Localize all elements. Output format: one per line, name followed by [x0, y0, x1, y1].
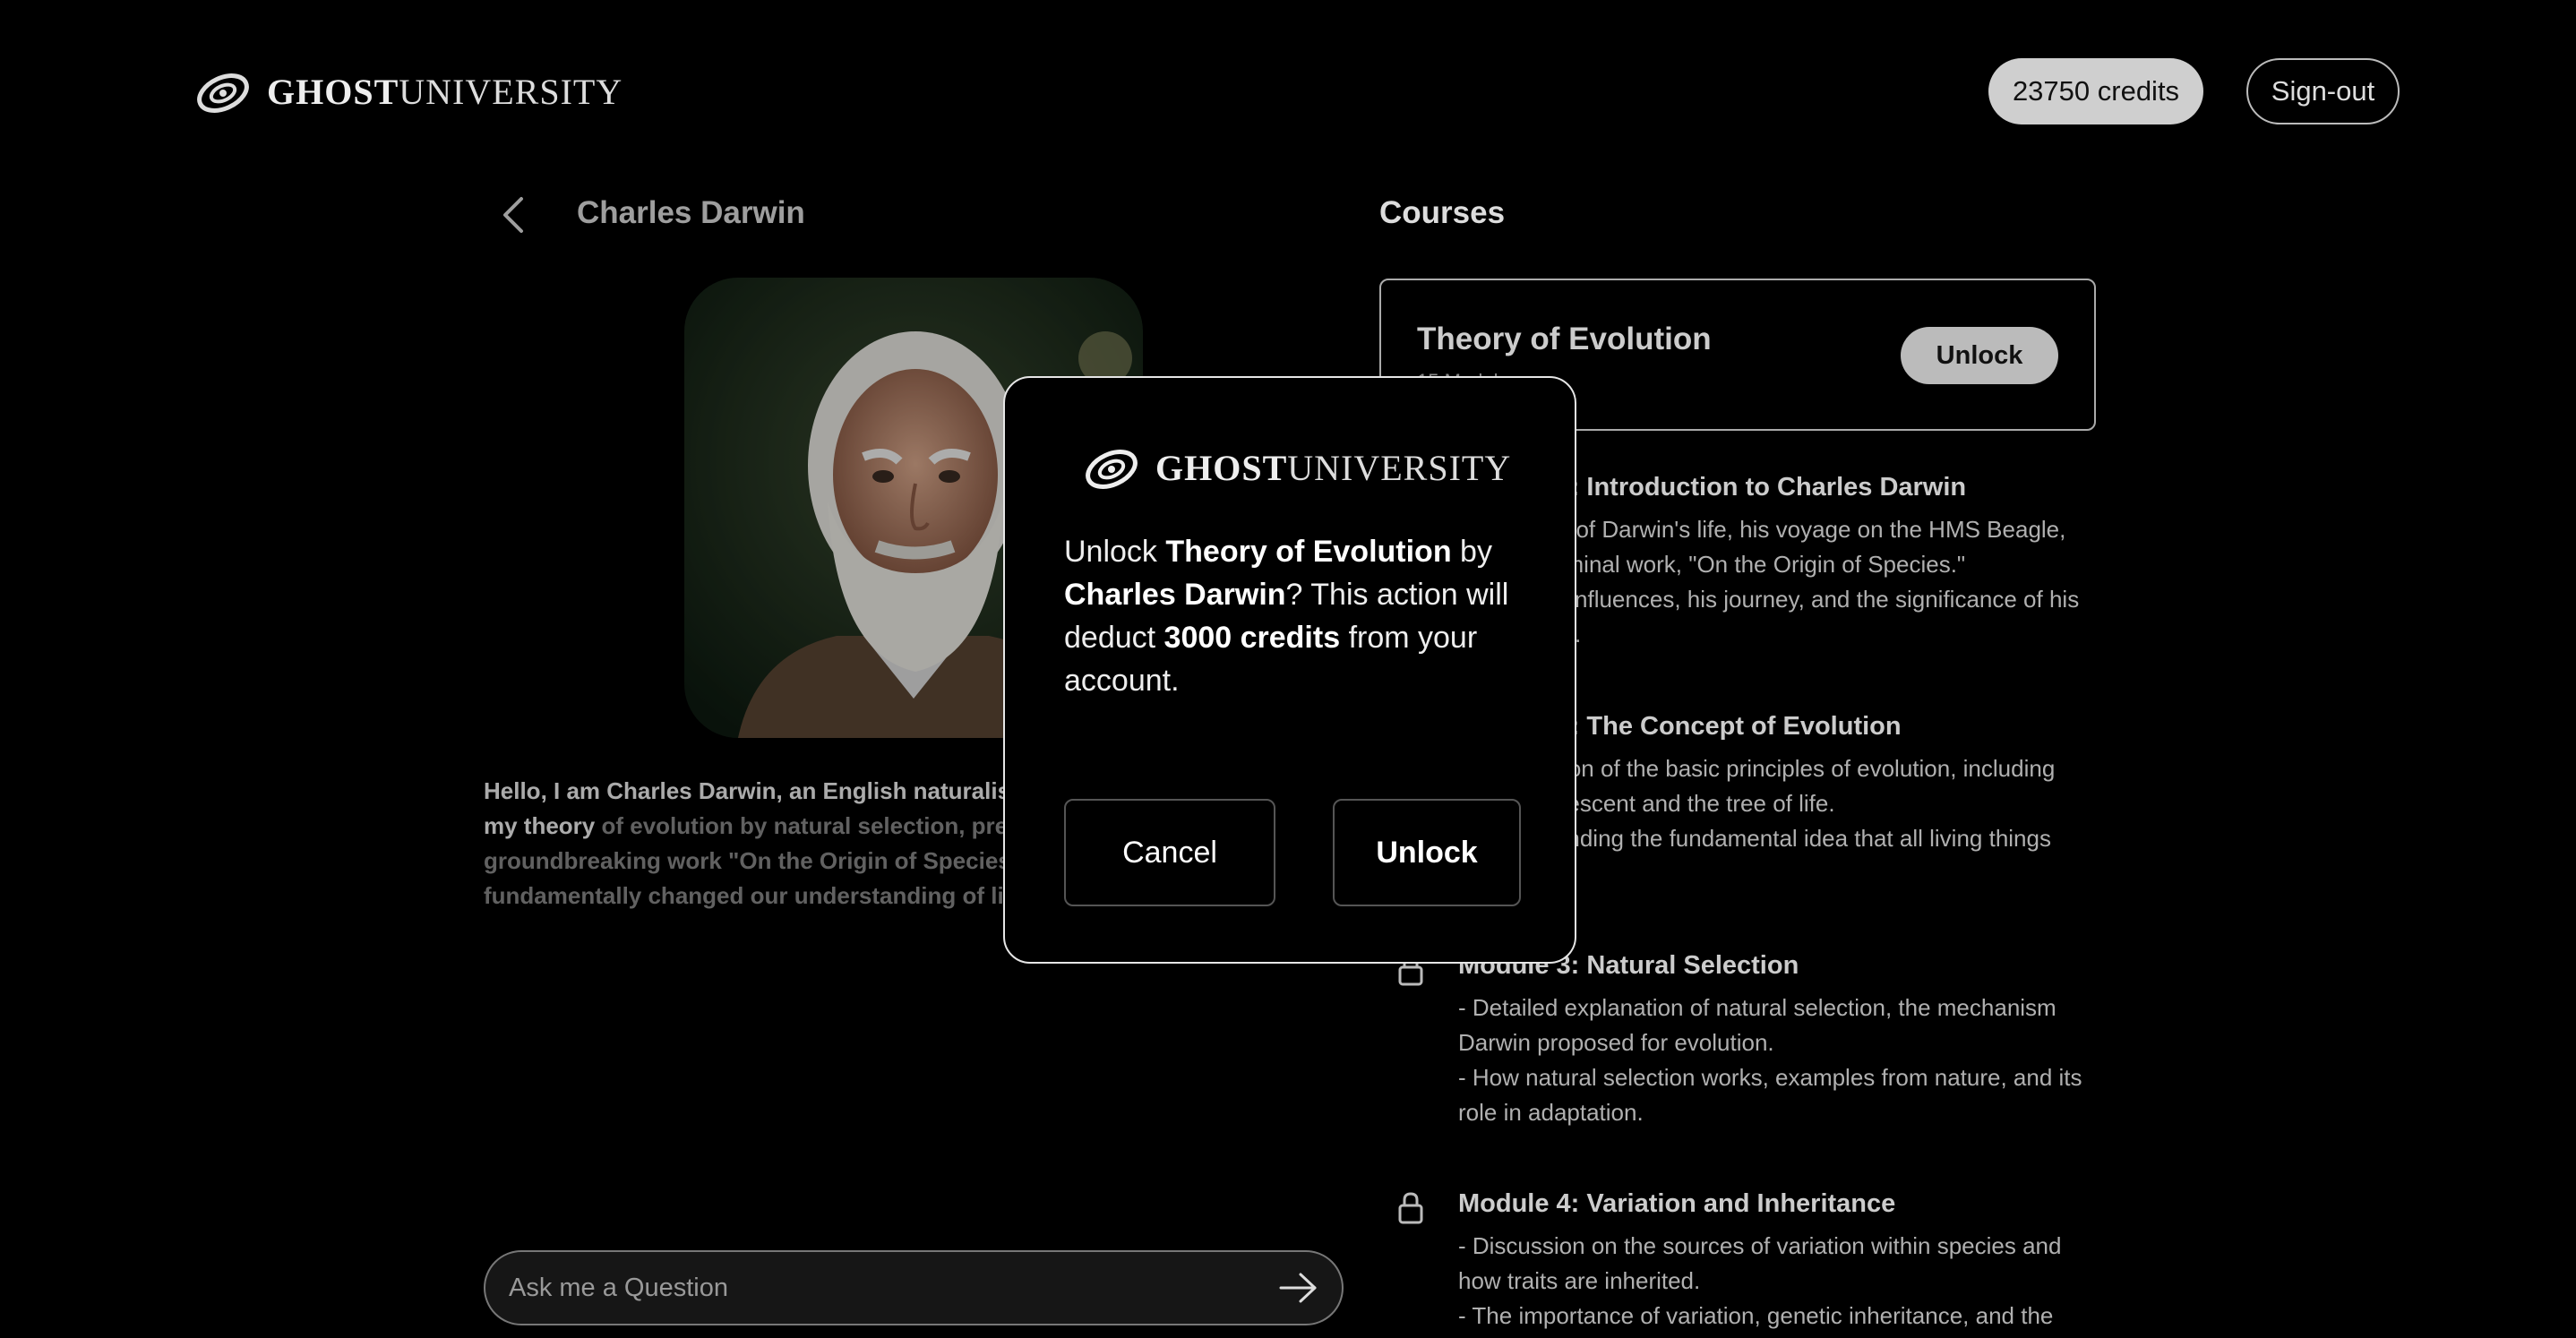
msg-credits-amount: 3000 credits [1163, 621, 1341, 655]
credits-badge[interactable]: 23750 credits [1988, 58, 2203, 124]
ghost-university-logo-icon [197, 73, 249, 113]
dialog-wordmark-bold: GHOST [1155, 447, 1288, 488]
header-logo[interactable]: GHOSTUNIVERSITY [195, 66, 623, 116]
module-line: - Discussion on the sources of variation… [1458, 1232, 2062, 1294]
signout-button[interactable]: Sign-out [2246, 58, 2400, 124]
lock-icon [1398, 1192, 1423, 1224]
courses-heading: Courses [1379, 195, 1506, 230]
dialog-cancel-button[interactable]: Cancel [1064, 799, 1275, 906]
msg-course-name: Theory of Evolution [1165, 535, 1452, 569]
msg-part: Unlock [1064, 535, 1166, 569]
ask-question-input[interactable] [509, 1273, 1277, 1303]
logo-wordmark-bold: GHOST [267, 71, 399, 112]
module-line: - Detailed explanation of natural select… [1458, 994, 2057, 1056]
module-title: Module 4: Variation and Inheritance [1458, 1189, 1896, 1218]
course-title: Theory of Evolution [1417, 322, 1712, 356]
unlock-confirm-dialog: GHOSTUNIVERSITY Unlock Theory of Evoluti… [1003, 376, 1576, 964]
msg-author-name: Charles Darwin [1064, 578, 1286, 612]
module-description: - Detailed explanation of natural select… [1458, 991, 2103, 1130]
course-unlock-button[interactable]: Unlock [1901, 327, 2058, 384]
module-description: - Discussion on the sources of variation… [1458, 1229, 2103, 1334]
ghost-university-logo-icon [1086, 450, 1138, 489]
dialog-message: Unlock Theory of Evolution by Charles Da… [1064, 530, 1530, 702]
dialog-wordmark-rest: UNIVERSITY [1287, 447, 1512, 488]
module-line: - The importance of variation, genetic i… [1458, 1302, 2054, 1329]
send-arrow-icon[interactable] [1277, 1270, 1318, 1306]
dialog-unlock-button[interactable]: Unlock [1333, 799, 1521, 906]
logo-wordmark: GHOSTUNIVERSITY [267, 71, 623, 113]
profile-name: Charles Darwin [577, 195, 805, 230]
back-arrow-icon[interactable] [498, 195, 530, 235]
dialog-logo: GHOSTUNIVERSITY [1084, 442, 1511, 493]
ask-question-bar [484, 1250, 1344, 1325]
module-line: - How natural selection works, examples … [1458, 1064, 2082, 1126]
dialog-wordmark: GHOSTUNIVERSITY [1155, 447, 1511, 489]
msg-part: by [1451, 535, 1492, 569]
logo-wordmark-rest: UNIVERSITY [399, 71, 623, 112]
